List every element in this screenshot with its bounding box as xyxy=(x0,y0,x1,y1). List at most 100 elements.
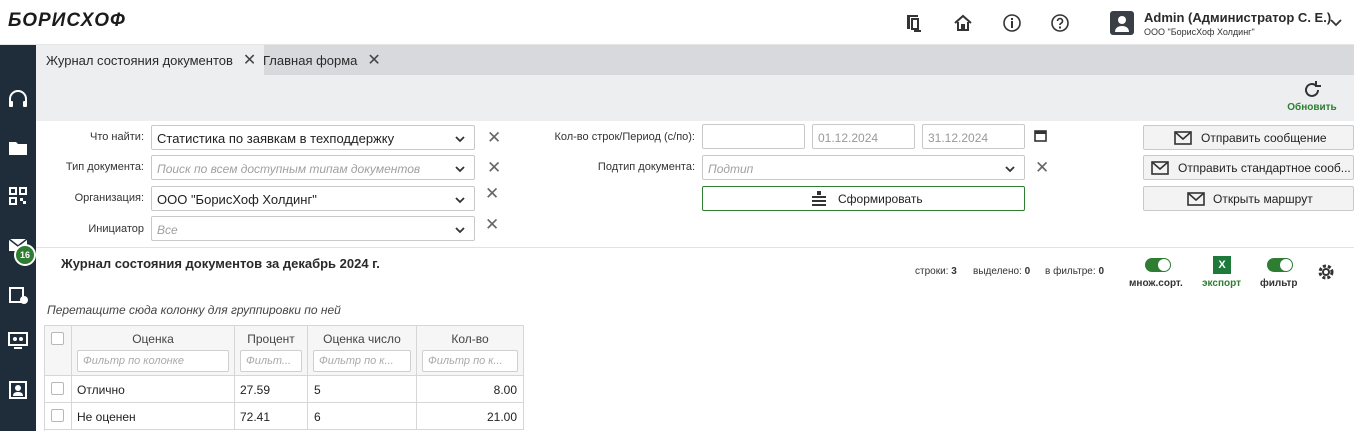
multisort-toggle[interactable] xyxy=(1145,258,1171,272)
rows-count-input[interactable] xyxy=(702,124,805,149)
filtered-stat-label: в фильтре: xyxy=(1045,266,1096,277)
subtype-select[interactable]: Подтип xyxy=(702,155,1025,180)
table-cell[interactable]: 27.59 xyxy=(235,376,308,403)
toolbar: Обновить xyxy=(36,75,1354,121)
clear-what-find-icon[interactable]: ✕ xyxy=(487,129,501,146)
sidebar: 16 xyxy=(0,45,36,431)
group-by-hint[interactable]: Перетащите сюда колонку для группировки … xyxy=(47,303,341,317)
doc-type-select[interactable]: Поиск по всем доступным типам документов xyxy=(151,155,475,180)
column-filter-input[interactable]: Фильт... xyxy=(240,350,302,372)
table-cell[interactable]: 6 xyxy=(308,403,417,430)
filtered-stat-count: 0 xyxy=(1098,266,1104,277)
subtype-placeholder: Подтип xyxy=(708,162,754,176)
filter-placeholder: Фильт... xyxy=(246,355,292,367)
refresh-icon xyxy=(1305,81,1321,97)
clear-organization-icon[interactable]: ✕ xyxy=(485,185,499,202)
help-icon[interactable] xyxy=(1049,12,1071,34)
column-title: Кол-во xyxy=(451,332,489,346)
envelope-icon xyxy=(1174,131,1192,145)
initiator-placeholder: Все xyxy=(157,223,178,237)
table-cell[interactable]: 5 xyxy=(308,376,417,403)
filter-toggle[interactable] xyxy=(1267,258,1293,272)
table-cell[interactable]: 8.00 xyxy=(417,376,524,403)
support-headset-icon[interactable] xyxy=(6,88,30,112)
table-cell[interactable]: 21.00 xyxy=(417,403,524,430)
journal-title: Журнал состояния документов за декабрь 2… xyxy=(61,256,380,271)
chevron-down-icon xyxy=(455,227,465,234)
column-header-percent[interactable]: Процент Фильт... xyxy=(235,326,308,376)
rows-stat-count: 3 xyxy=(951,266,957,277)
clear-initiator-icon[interactable]: ✕ xyxy=(485,216,499,233)
tab-label: Журнал состояния документов xyxy=(46,52,233,68)
open-route-button[interactable]: Открыть маршрут xyxy=(1143,186,1354,211)
cell-value: Не оценен xyxy=(77,410,136,424)
chevron-down-icon[interactable] xyxy=(1329,16,1343,30)
tab-main-form[interactable]: Главная форма ✕ xyxy=(253,45,389,75)
refresh-label: Обновить xyxy=(1287,102,1337,113)
company-logo[interactable]: БОРИСХОФ xyxy=(8,10,126,32)
table-cell[interactable]: Отлично xyxy=(72,376,235,403)
select-all-cell xyxy=(45,326,72,376)
initiator-select[interactable]: Все xyxy=(151,216,475,241)
subtype-label: Подтип документа: xyxy=(597,161,695,173)
print-stack-icon xyxy=(812,191,826,206)
rows-stat-label: строки: xyxy=(915,266,949,277)
info-icon[interactable] xyxy=(1001,12,1023,34)
send-standard-message-label: Отправить стандартное сооб... xyxy=(1178,161,1351,175)
user-card-icon[interactable] xyxy=(6,378,30,402)
chevron-down-icon xyxy=(455,197,465,204)
cell-value: 5 xyxy=(314,383,321,397)
date-to-value: 31.12.2024 xyxy=(928,131,989,145)
generate-button[interactable]: Сформировать xyxy=(702,186,1025,211)
clear-subtype-icon[interactable]: ✕ xyxy=(1035,159,1049,176)
gear-icon[interactable] xyxy=(1316,262,1336,282)
column-header-count[interactable]: Кол-во Фильтр по к... xyxy=(417,326,524,376)
refresh-button[interactable]: Обновить xyxy=(1284,79,1340,113)
exit-icon[interactable] xyxy=(902,12,924,34)
close-icon[interactable]: ✕ xyxy=(367,50,380,70)
row-checkbox[interactable] xyxy=(51,382,64,395)
user-name[interactable]: Admin (Администратор С. Е.) xyxy=(1144,10,1331,25)
multisort-label: множ.сорт. xyxy=(1129,278,1183,289)
envelope-icon xyxy=(1187,192,1205,206)
document-question-icon[interactable] xyxy=(6,283,30,307)
what-find-select[interactable]: Статистика по заявкам в техподдержку xyxy=(151,125,475,150)
column-filter-input[interactable]: Фильтр по к... xyxy=(422,350,518,372)
filter-placeholder: Фильтр по к... xyxy=(428,355,503,367)
selected-stat: выделено: 0 xyxy=(973,266,1030,277)
table-cell[interactable]: 72.41 xyxy=(235,403,308,430)
send-message-label: Отправить сообщение xyxy=(1201,131,1327,145)
filtered-stat: в фильтре: 0 xyxy=(1045,266,1104,277)
table-cell[interactable]: Не оценен xyxy=(72,403,235,430)
excel-export-icon[interactable]: X xyxy=(1213,256,1231,274)
organization-select[interactable]: ООО "БорисХоф Холдинг" xyxy=(151,186,475,211)
send-message-button[interactable]: Отправить сообщение xyxy=(1143,125,1354,150)
date-to-input[interactable]: 31.12.2024 xyxy=(922,124,1025,149)
date-from-input[interactable]: 01.12.2024 xyxy=(812,124,915,149)
selected-stat-label: выделено: xyxy=(973,266,1022,277)
column-header-rating[interactable]: Оценка Фильтр по колонке xyxy=(72,326,235,376)
row-checkbox[interactable] xyxy=(51,409,64,422)
mail-count-badge: 16 xyxy=(14,244,36,266)
filter-placeholder: Фильтр по колонке xyxy=(83,355,185,367)
column-filter-input[interactable]: Фильтр по к... xyxy=(313,350,411,372)
rows-period-label: Кол-во строк/Период (с/по): xyxy=(554,131,695,143)
tab-document-journal[interactable]: Журнал состояния документов ✕ xyxy=(36,45,265,75)
home-icon[interactable] xyxy=(952,12,974,34)
column-filter-input[interactable]: Фильтр по колонке xyxy=(77,350,229,372)
organization-label: Организация: xyxy=(74,192,144,204)
calendar-icon[interactable] xyxy=(1034,129,1047,142)
avatar[interactable] xyxy=(1110,11,1134,35)
export-label: экспорт xyxy=(1202,278,1241,289)
clear-doc-type-icon[interactable]: ✕ xyxy=(487,159,501,176)
initiator-label: Инициатор xyxy=(88,223,144,235)
monitor-settings-icon[interactable] xyxy=(6,329,30,353)
generate-label: Сформировать xyxy=(838,192,923,206)
qr-code-icon[interactable] xyxy=(6,184,30,208)
top-bar: БОРИСХОФ Admin (Администратор С. Е.) ООО… xyxy=(0,0,1354,45)
send-standard-message-button[interactable]: Отправить стандартное сооб... xyxy=(1143,155,1354,180)
section-divider xyxy=(36,247,1354,248)
select-all-checkbox[interactable] xyxy=(51,332,64,345)
folder-icon[interactable] xyxy=(6,136,30,160)
column-header-rating-number[interactable]: Оценка число Фильтр по к... xyxy=(308,326,417,376)
